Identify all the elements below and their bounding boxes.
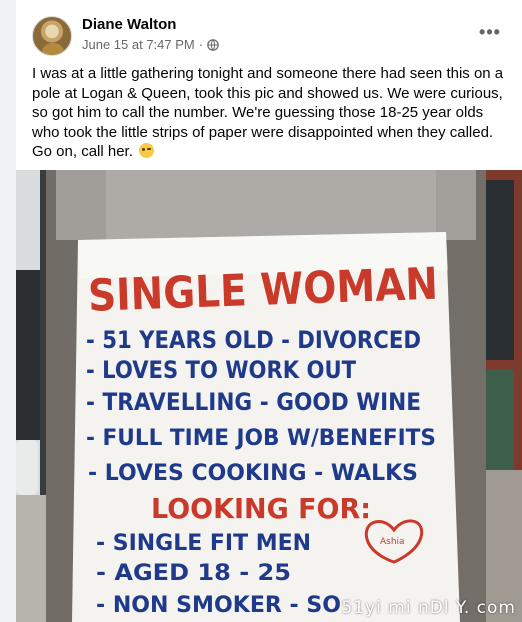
sign-want-1: - SINGLE FIT MEN: [96, 531, 311, 556]
meta-separator: ·: [198, 37, 204, 52]
avatar[interactable]: [32, 16, 72, 56]
more-options-button[interactable]: •••: [474, 20, 506, 44]
sign-line-5: - LOVES COOKING - WALKS: [88, 461, 418, 486]
sign-want-3: - NON SMOKER - SO: [96, 593, 341, 618]
post-body: I was at a little gathering tonight and …: [32, 65, 504, 161]
sign-line-2: - LOVES TO WORK OUT: [86, 356, 357, 384]
post-timestamp[interactable]: June 15 at 7:47 PM: [82, 37, 195, 52]
sign-line-4: - FULL TIME JOB W/BENEFITS: [86, 426, 436, 451]
post-text: I was at a little gathering tonight and …: [32, 64, 506, 162]
post-photo[interactable]: SINGLE WOMAN - 51 YEARS OLD - DIVORCED -…: [16, 170, 522, 622]
sign-line-1: - 51 YEARS OLD - DIVORCED: [86, 326, 421, 354]
sign-line-3: - TRAVELLING - GOOD WINE: [86, 388, 421, 416]
globe-icon[interactable]: [207, 38, 219, 51]
heart-text: Ashia: [380, 537, 405, 547]
sign-text-layer: SINGLE WOMAN - 51 YEARS OLD - DIVORCED -…: [86, 259, 439, 618]
post-header: Diane Walton June 15 at 7:47 PM · •••: [32, 14, 506, 58]
author-name[interactable]: Diane Walton: [82, 16, 176, 33]
watermark: 51yi mi nDl Y. com: [341, 598, 516, 618]
sign-want-2: - AGED 18 - 25: [96, 561, 291, 586]
post-meta: June 15 at 7:47 PM ·: [82, 37, 219, 52]
sign-headline: SINGLE WOMAN: [87, 259, 439, 322]
post-card: Diane Walton June 15 at 7:47 PM · ••• I …: [16, 0, 522, 622]
winking-face-emoji-icon: [139, 143, 155, 159]
more-horizontal-icon: •••: [479, 22, 501, 42]
sign-looking-for: LOOKING FOR:: [151, 492, 371, 525]
